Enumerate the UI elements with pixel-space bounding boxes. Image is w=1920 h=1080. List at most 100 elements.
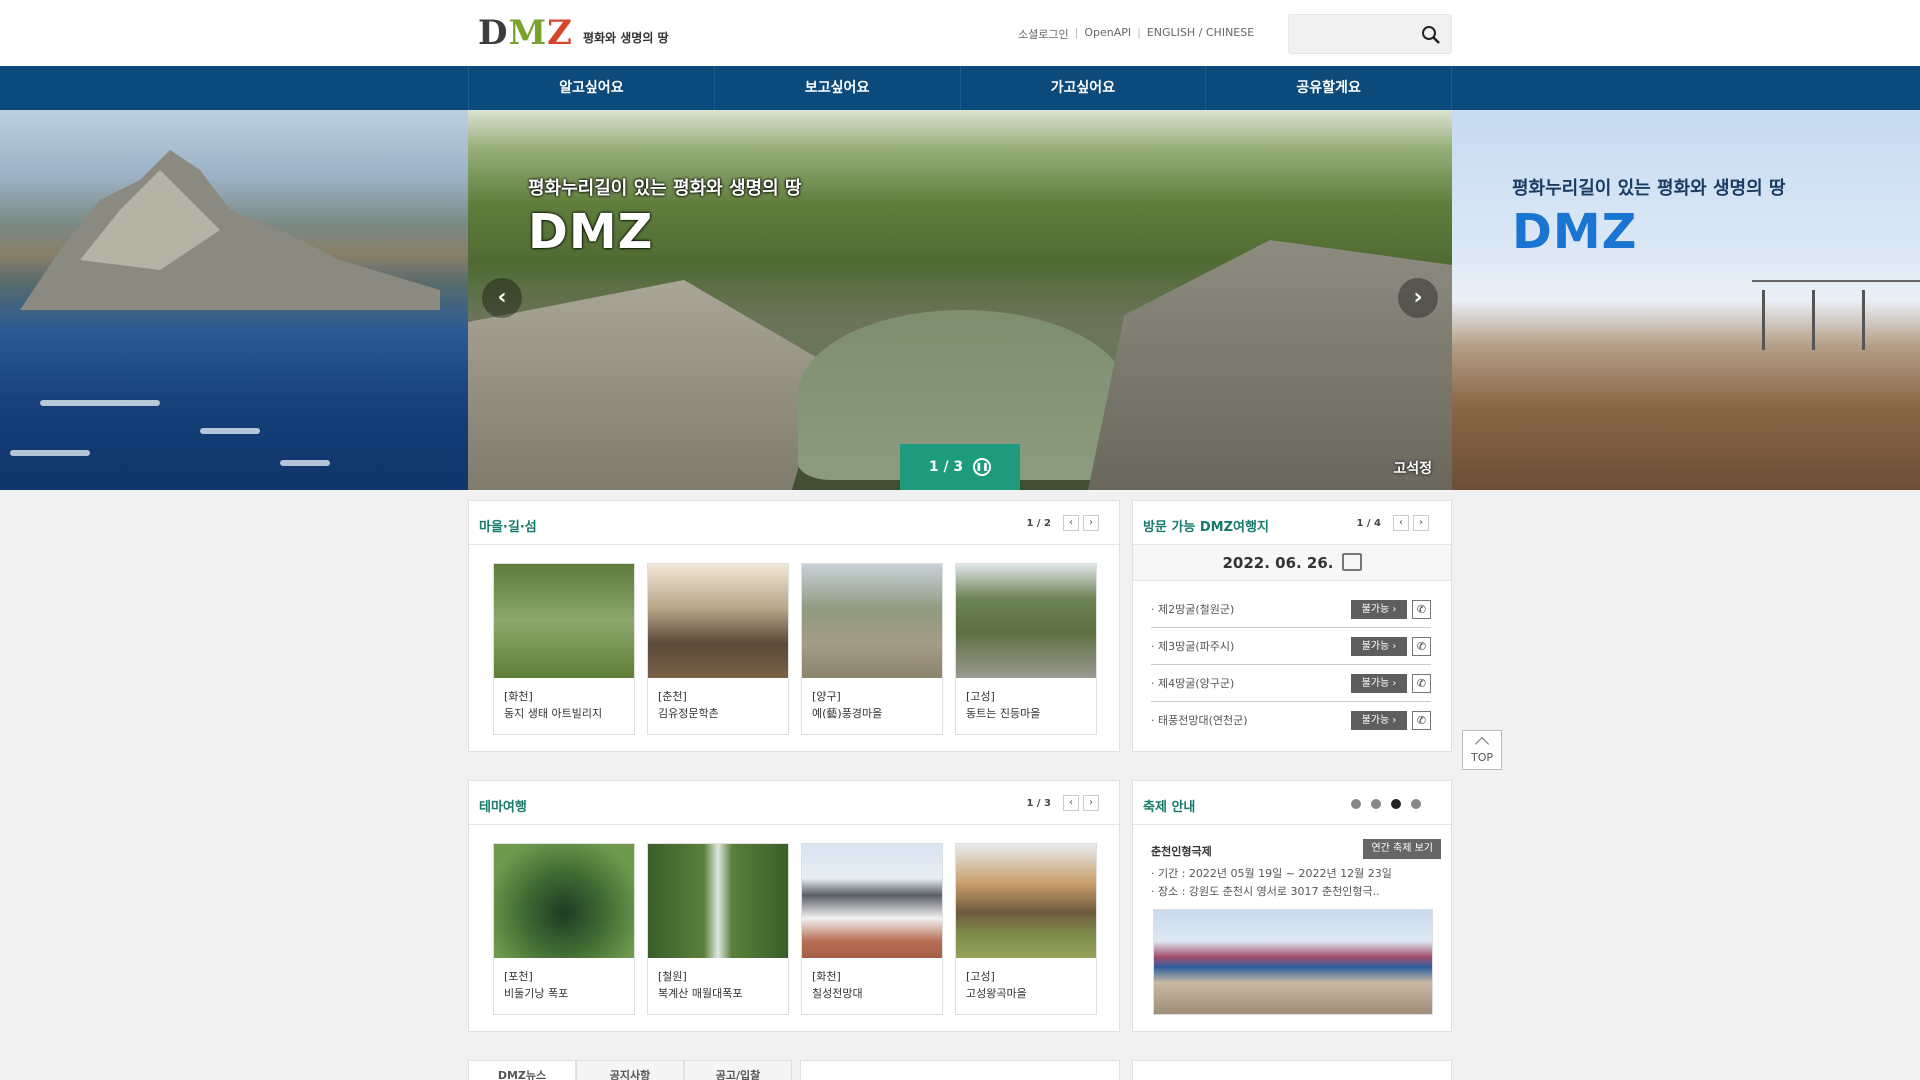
pagination-dot-active[interactable]: [1391, 799, 1401, 809]
pagination-dot[interactable]: [1371, 799, 1381, 809]
village-panel: 마을·길·섬 1 / 2 ‹ › [화천] 동지 생태 아트빌리지 [춘천] 김유정…: [468, 500, 1120, 752]
visit-name: 제3땅굴(파주시): [1158, 640, 1235, 653]
card-region: [양구]: [812, 690, 841, 703]
card-thumbnail: [494, 564, 634, 678]
village-card[interactable]: [화천] 동지 생태 아트빌리지: [493, 563, 635, 735]
hero-prev-button[interactable]: ‹: [482, 278, 522, 318]
hero-slider: 평화누리길이 있는 평화와 생명의 땅 DMZ ‹ › 1 / 3 ❚❚ 고석정…: [0, 110, 1920, 490]
tab-bids[interactable]: 공고/입찰: [684, 1060, 792, 1080]
card-thumbnail: [648, 844, 788, 958]
status-button[interactable]: 불가능 ›: [1351, 674, 1407, 693]
village-card[interactable]: [춘천] 김유정문학촌: [647, 563, 789, 735]
next-button[interactable]: ›: [1413, 515, 1429, 531]
visit-name: 제2땅굴(철원군): [1158, 603, 1235, 616]
card-thumbnail: [956, 564, 1096, 678]
bottom-panel-right: [1132, 1060, 1452, 1080]
card-thumbnail: [956, 844, 1096, 958]
search-input[interactable]: [1288, 14, 1452, 54]
nav-item-know[interactable]: 알고싶어요: [468, 66, 714, 110]
card-name: 예(藝)풍경마을: [812, 707, 883, 720]
bottom-tabs: DMZ뉴스 공지사항 공고/입찰: [468, 1060, 792, 1080]
card-name: 복계산 매월대폭포: [658, 987, 743, 1000]
pause-icon[interactable]: ❚❚: [973, 458, 992, 476]
status-button[interactable]: 불가능 ›: [1351, 637, 1407, 656]
nav-item-share[interactable]: 공유할게요: [1205, 66, 1452, 110]
card-thumbnail: [802, 564, 942, 678]
hero-caption-big: DMZ: [528, 204, 654, 260]
prev-button[interactable]: ‹: [1063, 795, 1079, 811]
visit-row: · 제3땅굴(파주시) 불가능 › ✆: [1151, 628, 1431, 665]
main-nav: 알고싶어요 보고싶어요 가고싶어요 공유할게요: [0, 66, 1920, 110]
tab-notice[interactable]: 공지사항: [576, 1060, 684, 1080]
theme-card[interactable]: [포천] 비둘기낭 폭포: [493, 843, 635, 1015]
card-region: [춘천]: [658, 690, 687, 703]
page-count: 1 / 3: [1026, 797, 1051, 809]
visit-name: 제4땅굴(양구군): [1158, 677, 1235, 690]
next-button[interactable]: ›: [1083, 515, 1099, 531]
panel-title: 방문 가능 DMZ여행지: [1143, 520, 1269, 535]
next-button[interactable]: ›: [1083, 795, 1099, 811]
hero-main-slide-image[interactable]: 평화누리길이 있는 평화와 생명의 땅 DMZ ‹ › 1 / 3 ❚❚ 고석정: [468, 110, 1452, 490]
theme-card[interactable]: [철원] 복계산 매월대폭포: [647, 843, 789, 1015]
theme-panel: 테마여행 1 / 3 ‹ › [포천] 비둘기낭 폭포 [철원] 복계산 매월대폭포…: [468, 780, 1120, 1032]
visit-name: 태풍전망대(연천군): [1158, 714, 1248, 727]
scroll-top-button[interactable]: TOP: [1462, 730, 1502, 770]
card-region: [고성]: [966, 690, 995, 703]
panel-title: 축제 안내: [1143, 800, 1196, 815]
theme-card[interactable]: [화천] 칠성전망대: [801, 843, 943, 1015]
util-link-openapi[interactable]: OpenAPI: [1084, 26, 1131, 42]
hero-spot-label: 고석정: [1393, 461, 1432, 477]
card-region: [화천]: [504, 690, 533, 703]
festival-panel: 축제 안내 춘천인형극제 연간 축제 보기 · 기간 : 2022년 05월 1…: [1132, 780, 1452, 1032]
card-region: [화천]: [812, 970, 841, 983]
phone-icon[interactable]: ✆: [1412, 674, 1431, 693]
site-header: DMZ 평화와 생명의 땅 소셜로그인 | OpenAPI | ENGLISH …: [0, 0, 1920, 66]
panel-title: 테마여행: [479, 800, 527, 815]
page-count: 1 / 2: [1026, 517, 1051, 529]
util-link-language[interactable]: ENGLISH / CHINESE: [1147, 26, 1254, 42]
logo-mark: DMZ: [478, 13, 573, 53]
card-name: 김유정문학촌: [658, 707, 719, 720]
festival-image[interactable]: [1153, 909, 1433, 1015]
hero-right-caption-small: 평화누리길이 있는 평화와 생명의 땅: [1512, 178, 1786, 199]
nav-item-see[interactable]: 보고싶어요: [713, 66, 960, 110]
calendar-icon[interactable]: [1341, 552, 1362, 571]
visit-date-text: 2022. 06. 26.: [1222, 554, 1334, 572]
phone-icon[interactable]: ✆: [1412, 637, 1431, 656]
status-button[interactable]: 불가능 ›: [1351, 600, 1407, 619]
village-card[interactable]: [양구] 예(藝)풍경마을: [801, 563, 943, 735]
visit-row: · 제4땅굴(양구군) 불가능 › ✆: [1151, 665, 1431, 702]
util-link-social-login[interactable]: 소셜로그인: [1018, 26, 1069, 42]
hero-pager: 1 / 3 ❚❚: [900, 444, 1020, 490]
search-icon[interactable]: [1421, 25, 1441, 45]
card-region: [고성]: [966, 970, 995, 983]
card-thumbnail: [648, 564, 788, 678]
festival-pagination: [1351, 799, 1421, 809]
festival-name[interactable]: 춘천인형극제: [1151, 843, 1212, 859]
annual-festival-button[interactable]: 연간 축제 보기: [1363, 839, 1441, 859]
card-name: 동지 생태 아트빌리지: [504, 707, 603, 720]
pagination-dot[interactable]: [1411, 799, 1421, 809]
hero-next-slide-image: 평화누리길이 있는 평화와 생명의 땅 DMZ: [1452, 110, 1920, 490]
site-logo[interactable]: DMZ 평화와 생명의 땅: [478, 12, 669, 54]
prev-button[interactable]: ‹: [1063, 515, 1079, 531]
festival-info: · 기간 : 2022년 05월 19일 ~ 2022년 12월 23일 · 장…: [1151, 865, 1392, 901]
status-button[interactable]: 불가능 ›: [1351, 711, 1407, 730]
logo-subtitle: 평화와 생명의 땅: [582, 30, 669, 45]
hero-prev-slide-image: [0, 110, 468, 490]
phone-icon[interactable]: ✆: [1412, 600, 1431, 619]
phone-icon[interactable]: ✆: [1412, 711, 1431, 730]
visit-date: 2022. 06. 26.: [1133, 545, 1451, 581]
tab-news[interactable]: DMZ뉴스: [468, 1060, 576, 1080]
hero-pager-count: 1 / 3: [928, 459, 964, 475]
bottom-panel-left: [800, 1060, 1120, 1080]
nav-item-go[interactable]: 가고싶어요: [959, 66, 1206, 110]
theme-card[interactable]: [고성] 고성왕곡마을: [955, 843, 1097, 1015]
page-count: 1 / 4: [1356, 517, 1381, 529]
pagination-dot[interactable]: [1351, 799, 1361, 809]
panel-title: 마을·길·섬: [479, 520, 537, 535]
card-name: 고성왕곡마을: [966, 987, 1027, 1000]
prev-button[interactable]: ‹: [1393, 515, 1409, 531]
hero-next-button[interactable]: ›: [1398, 278, 1438, 318]
village-card[interactable]: [고성] 동트는 진등마을: [955, 563, 1097, 735]
